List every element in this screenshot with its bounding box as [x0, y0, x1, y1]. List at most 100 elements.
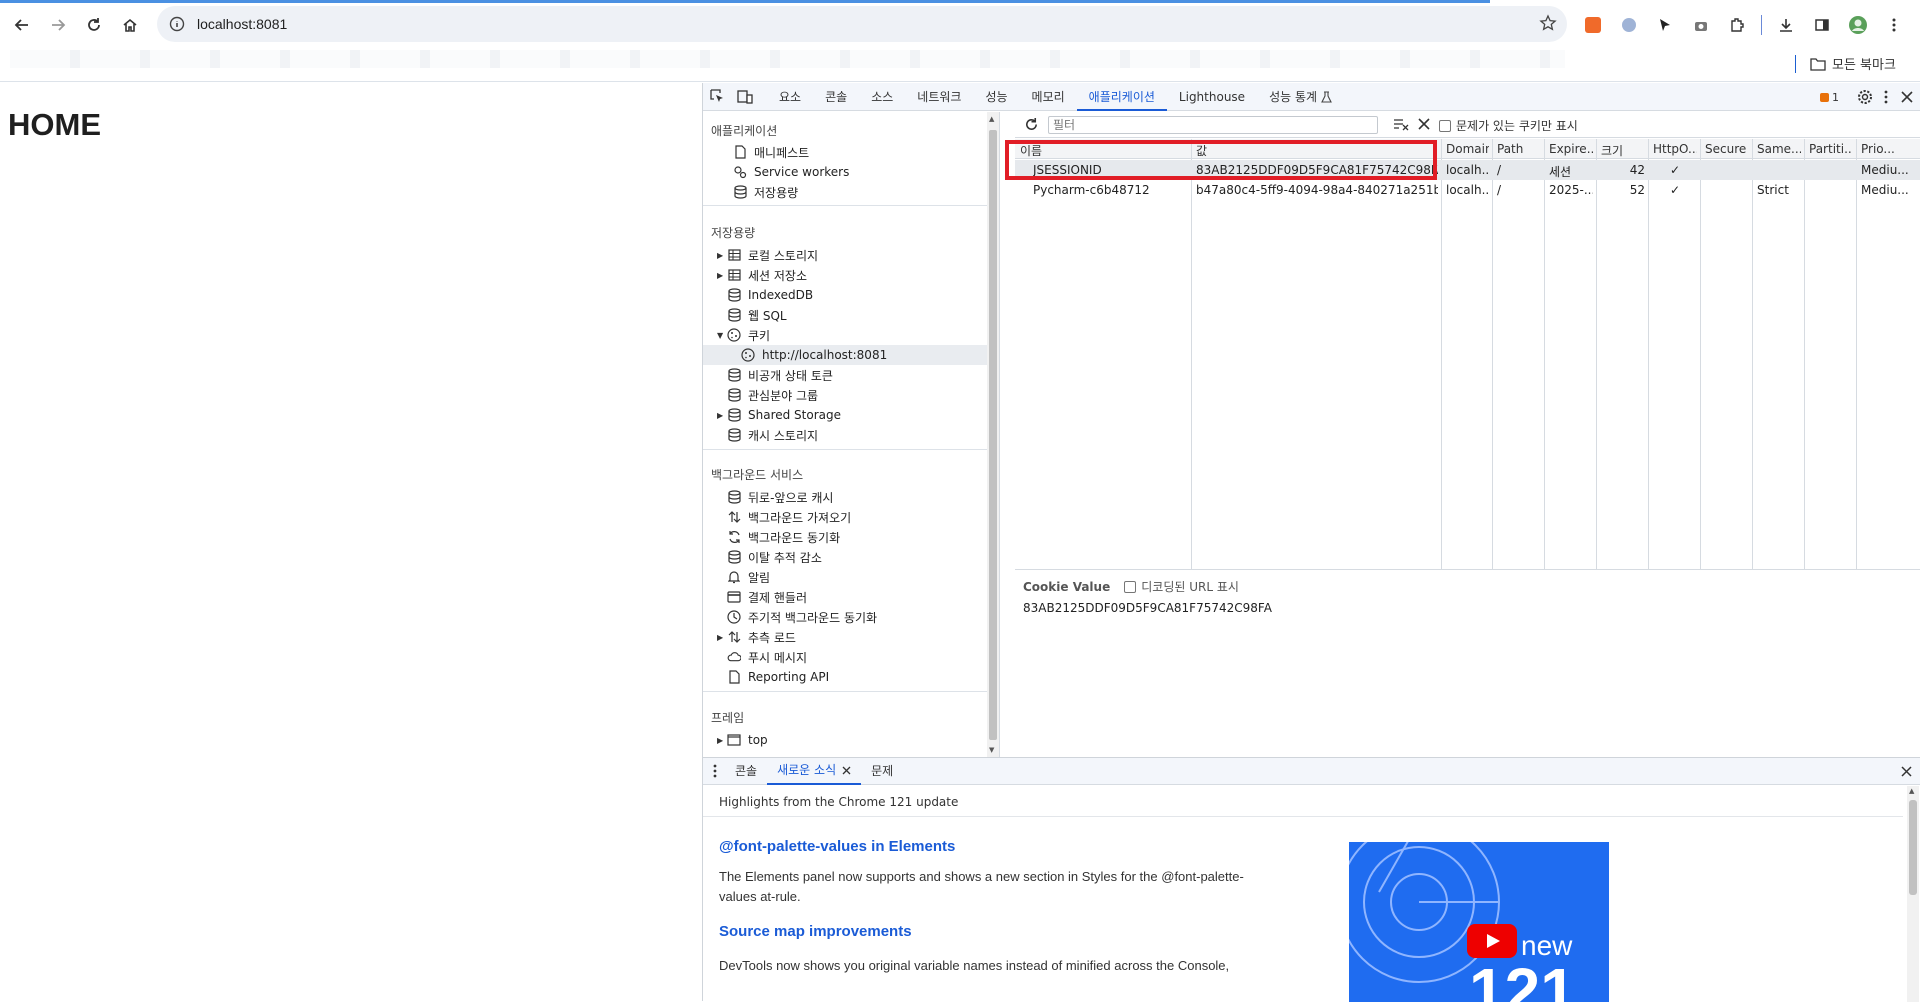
profile-button[interactable] — [1840, 7, 1876, 43]
column-divider[interactable] — [1191, 139, 1192, 569]
column-divider[interactable] — [1856, 139, 1857, 569]
sidebar-item-notifications[interactable]: 알림 — [717, 567, 770, 587]
column-divider[interactable] — [1441, 139, 1442, 569]
youtube-play-icon[interactable] — [1467, 924, 1517, 958]
column-header[interactable]: HttpO... — [1653, 142, 1697, 156]
sidebar-item-interest-groups[interactable]: 관심분야 그룹 — [717, 385, 818, 405]
inspect-button[interactable] — [703, 83, 731, 111]
scroll-up-icon[interactable]: ▲ — [1909, 787, 1914, 795]
column-divider[interactable] — [1492, 139, 1493, 569]
bookmark-star-icon[interactable] — [1539, 14, 1557, 32]
decoded-url-checkbox[interactable] — [1124, 580, 1137, 593]
column-header[interactable]: Path — [1497, 142, 1541, 156]
sidebar-item-storage-overview[interactable]: 저장용량 — [723, 182, 798, 202]
cookies-filter-input[interactable] — [1048, 116, 1378, 134]
browser-menu-button[interactable] — [1876, 7, 1912, 43]
sidebar-item-speculative-loads[interactable]: ▶ 추측 로드 — [717, 627, 796, 647]
drawer-tab-issues[interactable]: 문제 — [861, 758, 903, 785]
sidebar-item-background-fetch[interactable]: 백그라운드 가져오기 — [717, 507, 851, 527]
column-header[interactable]: Same... — [1757, 142, 1801, 156]
sidebar-item-web-sql[interactable]: 웹 SQL — [717, 305, 787, 325]
gear-icon[interactable] — [1857, 89, 1873, 105]
column-header[interactable]: Prio... — [1861, 142, 1918, 156]
sidebar-item-bfcache[interactable]: 뒤로-앞으로 캐시 — [717, 487, 833, 507]
tab-console[interactable]: 콘솔 — [813, 83, 859, 111]
sidebar-item-payment-handler[interactable]: 결제 핸들러 — [717, 587, 807, 607]
tab-elements[interactable]: 요소 — [767, 83, 813, 111]
sidebar-item-bounce-tracking[interactable]: 이탈 추적 감소 — [717, 547, 822, 567]
column-header[interactable]: Expire... — [1549, 142, 1593, 156]
close-tab-icon[interactable] — [842, 766, 851, 775]
table-row[interactable]: Pycharm-c6b48712 b47a80c4-5ff9-4094-98a4-… — [1015, 180, 1920, 200]
extensions-button[interactable] — [1719, 7, 1755, 43]
drawer-scroll-thumb[interactable] — [1909, 800, 1917, 895]
column-divider[interactable] — [1700, 139, 1701, 569]
extension-2[interactable] — [1611, 7, 1647, 43]
sidebar-item-private-state-tokens[interactable]: 비공개 상태 토큰 — [717, 365, 833, 385]
drawer-tab-whats-new[interactable]: 새로운 소식 — [767, 758, 862, 785]
device-toolbar-button[interactable] — [731, 83, 759, 111]
only-issues-checkbox[interactable] — [1439, 119, 1451, 132]
expand-triangle-icon[interactable]: ▶ — [717, 411, 727, 420]
column-header[interactable]: Domain — [1446, 142, 1489, 156]
sidebar-item-periodic-sync[interactable]: 주기적 백그라운드 동기화 — [717, 607, 877, 627]
extension-1[interactable] — [1575, 7, 1611, 43]
column-header[interactable]: 크기 — [1601, 142, 1645, 159]
column-divider[interactable] — [1752, 139, 1753, 569]
extension-4[interactable] — [1683, 7, 1719, 43]
sidebar-item-reporting-api[interactable]: Reporting API — [717, 667, 829, 687]
tab-lighthouse[interactable]: Lighthouse — [1167, 83, 1257, 111]
all-bookmarks-button[interactable]: 모든 북마크 — [1795, 54, 1896, 73]
tab-performance[interactable]: 성능 — [973, 83, 1019, 111]
column-divider[interactable] — [1544, 139, 1545, 569]
devtools-menu-icon[interactable] — [1879, 89, 1893, 105]
only-issues-toggle[interactable]: 문제가 있는 쿠키만 표시 — [1439, 117, 1578, 134]
issues-badge[interactable]: 1 — [1820, 91, 1839, 104]
drawer-scrollbar[interactable]: ▲ — [1907, 786, 1919, 1002]
sidebar-item-indexeddb[interactable]: IndexedDB — [717, 285, 813, 305]
delete-selected-icon[interactable] — [1417, 117, 1431, 131]
forward-button[interactable] — [40, 7, 76, 43]
article-title[interactable]: Source map improvements — [719, 923, 1899, 940]
drawer-tab-console[interactable]: 콘솔 — [725, 758, 767, 785]
bookmark-items[interactable] — [10, 50, 1565, 68]
sidebar-item-session-storage[interactable]: ▶ 세션 저장소 — [717, 265, 807, 285]
reload-button[interactable] — [76, 7, 112, 43]
column-divider[interactable] — [1596, 139, 1597, 569]
video-thumbnail[interactable]: new 121 — [1349, 842, 1609, 1002]
cookie-value-text[interactable]: 83AB2125DDF09D5F9CA81F75742C98FA — [1023, 601, 1272, 615]
tab-network[interactable]: 네트워크 — [905, 83, 973, 111]
home-button[interactable] — [112, 7, 148, 43]
sidebar-scroll-thumb[interactable] — [989, 130, 997, 740]
column-divider[interactable] — [1648, 139, 1649, 569]
refresh-icon[interactable] — [1024, 117, 1039, 132]
back-button[interactable] — [4, 7, 40, 43]
downloads-button[interactable] — [1768, 7, 1804, 43]
tab-performance-insights[interactable]: 성능 통계 — [1257, 83, 1344, 111]
sidebar-item-cache-storage[interactable]: 캐시 스토리지 — [717, 425, 818, 445]
extension-3[interactable] — [1647, 7, 1683, 43]
column-header[interactable]: Partiti... — [1809, 142, 1853, 156]
scroll-up-icon[interactable]: ▲ — [989, 115, 994, 123]
sidebar-item-manifest[interactable]: 매니페스트 — [723, 142, 809, 162]
article-title[interactable]: @font-palette-values in Elements — [719, 838, 1899, 855]
side-panel-button[interactable] — [1804, 7, 1840, 43]
sidebar-item-shared-storage[interactable]: ▶ Shared Storage — [717, 405, 841, 425]
tab-application[interactable]: 애플리케이션 — [1076, 83, 1167, 111]
sidebar-item-cookie-origin[interactable]: http://localhost:8081 — [703, 345, 988, 365]
expand-triangle-icon[interactable]: ▶ — [717, 251, 727, 260]
sidebar-scrollbar[interactable]: ▲ ▼ — [987, 112, 999, 757]
scroll-down-icon[interactable]: ▼ — [989, 746, 994, 754]
sidebar-item-frame-top[interactable]: ▶ top — [717, 730, 768, 750]
column-header[interactable]: Secure — [1705, 142, 1749, 156]
sidebar-item-background-sync[interactable]: 백그라운드 동기화 — [717, 527, 840, 547]
collapse-triangle-icon[interactable]: ▼ — [717, 331, 727, 340]
clear-all-icon[interactable] — [1393, 117, 1409, 131]
close-drawer-icon[interactable] — [1900, 765, 1913, 778]
sidebar-item-push-messaging[interactable]: 푸시 메시지 — [717, 647, 807, 667]
close-devtools-icon[interactable] — [1899, 89, 1915, 105]
sidebar-item-service-workers[interactable]: Service workers — [723, 162, 849, 182]
tab-sources[interactable]: 소스 — [859, 83, 905, 111]
expand-triangle-icon[interactable]: ▶ — [717, 271, 727, 280]
expand-triangle-icon[interactable]: ▶ — [717, 736, 727, 745]
